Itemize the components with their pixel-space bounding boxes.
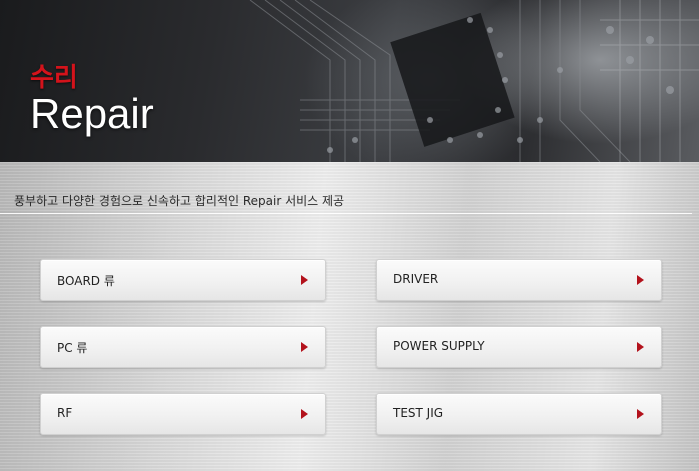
page-title-english: Repair — [30, 90, 154, 137]
menu-button-label: RF — [57, 406, 73, 420]
intro-text: 풍부하고 다양한 경험으로 신속하고 합리적인 Repair 서비스 제공 — [14, 194, 345, 208]
arrow-right-icon — [301, 342, 308, 352]
menu-button-label: DRIVER — [393, 272, 439, 286]
menu-button-pc[interactable]: PC 류 — [40, 326, 326, 368]
menu-button-board[interactable]: BOARD 류 — [40, 259, 326, 301]
menu-button-test-jig[interactable]: TEST JIG — [376, 393, 662, 435]
menu-button-driver[interactable]: DRIVER — [376, 259, 662, 301]
arrow-right-icon — [637, 409, 644, 419]
divider — [0, 213, 692, 214]
menu-button-label: TEST JIG — [393, 406, 444, 420]
arrow-right-icon — [301, 409, 308, 419]
arrow-right-icon — [301, 275, 308, 285]
repair-page: 수리 Repair 풍부하고 다양한 경험으로 신속하고 합리적인 Repair… — [0, 0, 699, 471]
menu-button-label: BOARD 류 — [57, 274, 115, 288]
page-title-korean: 수리 — [30, 63, 78, 93]
header-banner: 수리 Repair — [0, 0, 699, 162]
content-area: 풍부하고 다양한 경험으로 신속하고 합리적인 Repair 서비스 제공 BO… — [0, 162, 699, 471]
menu-button-rf[interactable]: RF — [40, 393, 326, 435]
menu-button-power-supply[interactable]: POWER SUPPLY — [376, 326, 662, 368]
arrow-right-icon — [637, 342, 644, 352]
menu-button-label: PC 류 — [57, 341, 88, 355]
menu-button-label: POWER SUPPLY — [393, 339, 485, 353]
banner-title: 수리 Repair — [30, 64, 154, 138]
arrow-right-icon — [637, 275, 644, 285]
